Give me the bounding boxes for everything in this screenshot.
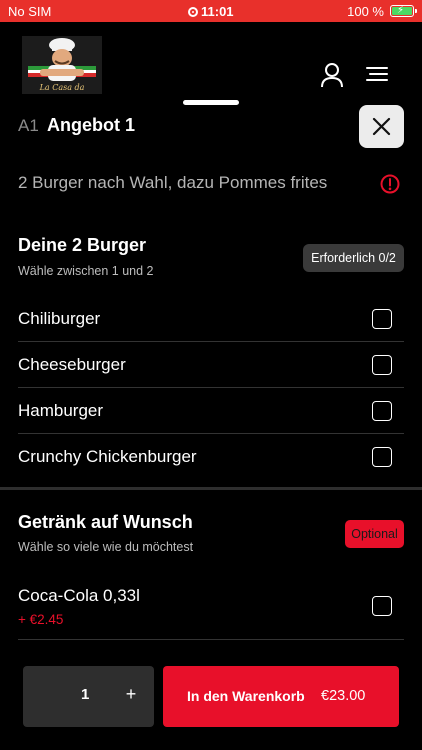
close-icon	[372, 117, 391, 136]
option-label: Crunchy Chickenburger	[18, 447, 197, 466]
option-label: Cheeseburger	[18, 355, 126, 374]
checkbox[interactable]	[372, 447, 392, 467]
quantity-value: 1	[81, 686, 90, 703]
chef-logo-image: La Casa da	[22, 36, 102, 94]
app-header: La Casa da	[0, 22, 422, 98]
optional-badge: Optional	[345, 520, 404, 548]
logo-text: La Casa da	[39, 83, 85, 92]
option-row-cheeseburger[interactable]: Cheeseburger	[18, 342, 404, 388]
restaurant-logo[interactable]: La Casa da	[22, 36, 102, 94]
sheet-drag-handle[interactable]	[183, 100, 239, 105]
increase-quantity-button[interactable]: +	[121, 682, 141, 706]
option-label: Hamburger	[18, 401, 104, 420]
checkbox[interactable]	[372, 309, 392, 329]
info-icon[interactable]	[380, 174, 400, 194]
checkbox[interactable]	[372, 355, 392, 375]
add-to-cart-button[interactable]: In den Warenkorb €23.00	[163, 666, 399, 727]
required-badge: Erforderlich 0/2	[303, 244, 404, 272]
menu-icon[interactable]	[366, 66, 388, 82]
clock: 11:01	[188, 4, 234, 19]
item-code: A1	[18, 116, 39, 135]
option-label: Chiliburger	[18, 309, 101, 328]
add-to-cart-price: €23.00	[321, 688, 366, 704]
group-title-drinks: Getränk auf Wunsch	[18, 512, 193, 532]
option-row-coca-cola[interactable]: Coca-Cola 0,33l + €2.45	[18, 578, 404, 640]
group-title-burgers: Deine 2 Burger	[18, 235, 147, 255]
item-description: 2 Burger nach Wahl, dazu Pommes frites	[18, 173, 328, 192]
close-button[interactable]	[359, 105, 404, 148]
bottom-action-bar: 1 + In den Warenkorb €23.00	[0, 648, 422, 750]
clock-time: 11:01	[201, 4, 234, 19]
checkbox[interactable]	[372, 596, 392, 616]
option-row-crunchy-chickenburger[interactable]: Crunchy Chickenburger	[18, 434, 404, 480]
checkbox[interactable]	[372, 401, 392, 421]
option-label: Coca-Cola 0,33l	[18, 586, 140, 605]
option-row-chiliburger[interactable]: Chiliburger	[18, 296, 404, 342]
user-icon[interactable]	[320, 62, 344, 88]
quantity-stepper: 1 +	[23, 666, 154, 727]
option-row-hamburger[interactable]: Hamburger	[18, 388, 404, 434]
group-hint-drinks: Wähle so viele wie du möchtest	[18, 540, 194, 554]
alarm-icon	[188, 7, 198, 17]
carrier-label: No SIM	[8, 4, 52, 19]
status-bar: No SIM 11:01 100 % ⚡	[0, 0, 422, 22]
group-hint-burgers: Wähle zwischen 1 und 2	[18, 264, 154, 278]
charging-icon: ⚡	[397, 5, 405, 16]
add-to-cart-label: In den Warenkorb	[187, 688, 305, 704]
battery-icon: ⚡	[390, 5, 417, 17]
battery-percentage: 100 %	[347, 4, 384, 19]
option-price: + €2.45	[18, 612, 64, 627]
item-title: Angebot 1	[47, 115, 135, 135]
section-divider	[0, 487, 422, 490]
